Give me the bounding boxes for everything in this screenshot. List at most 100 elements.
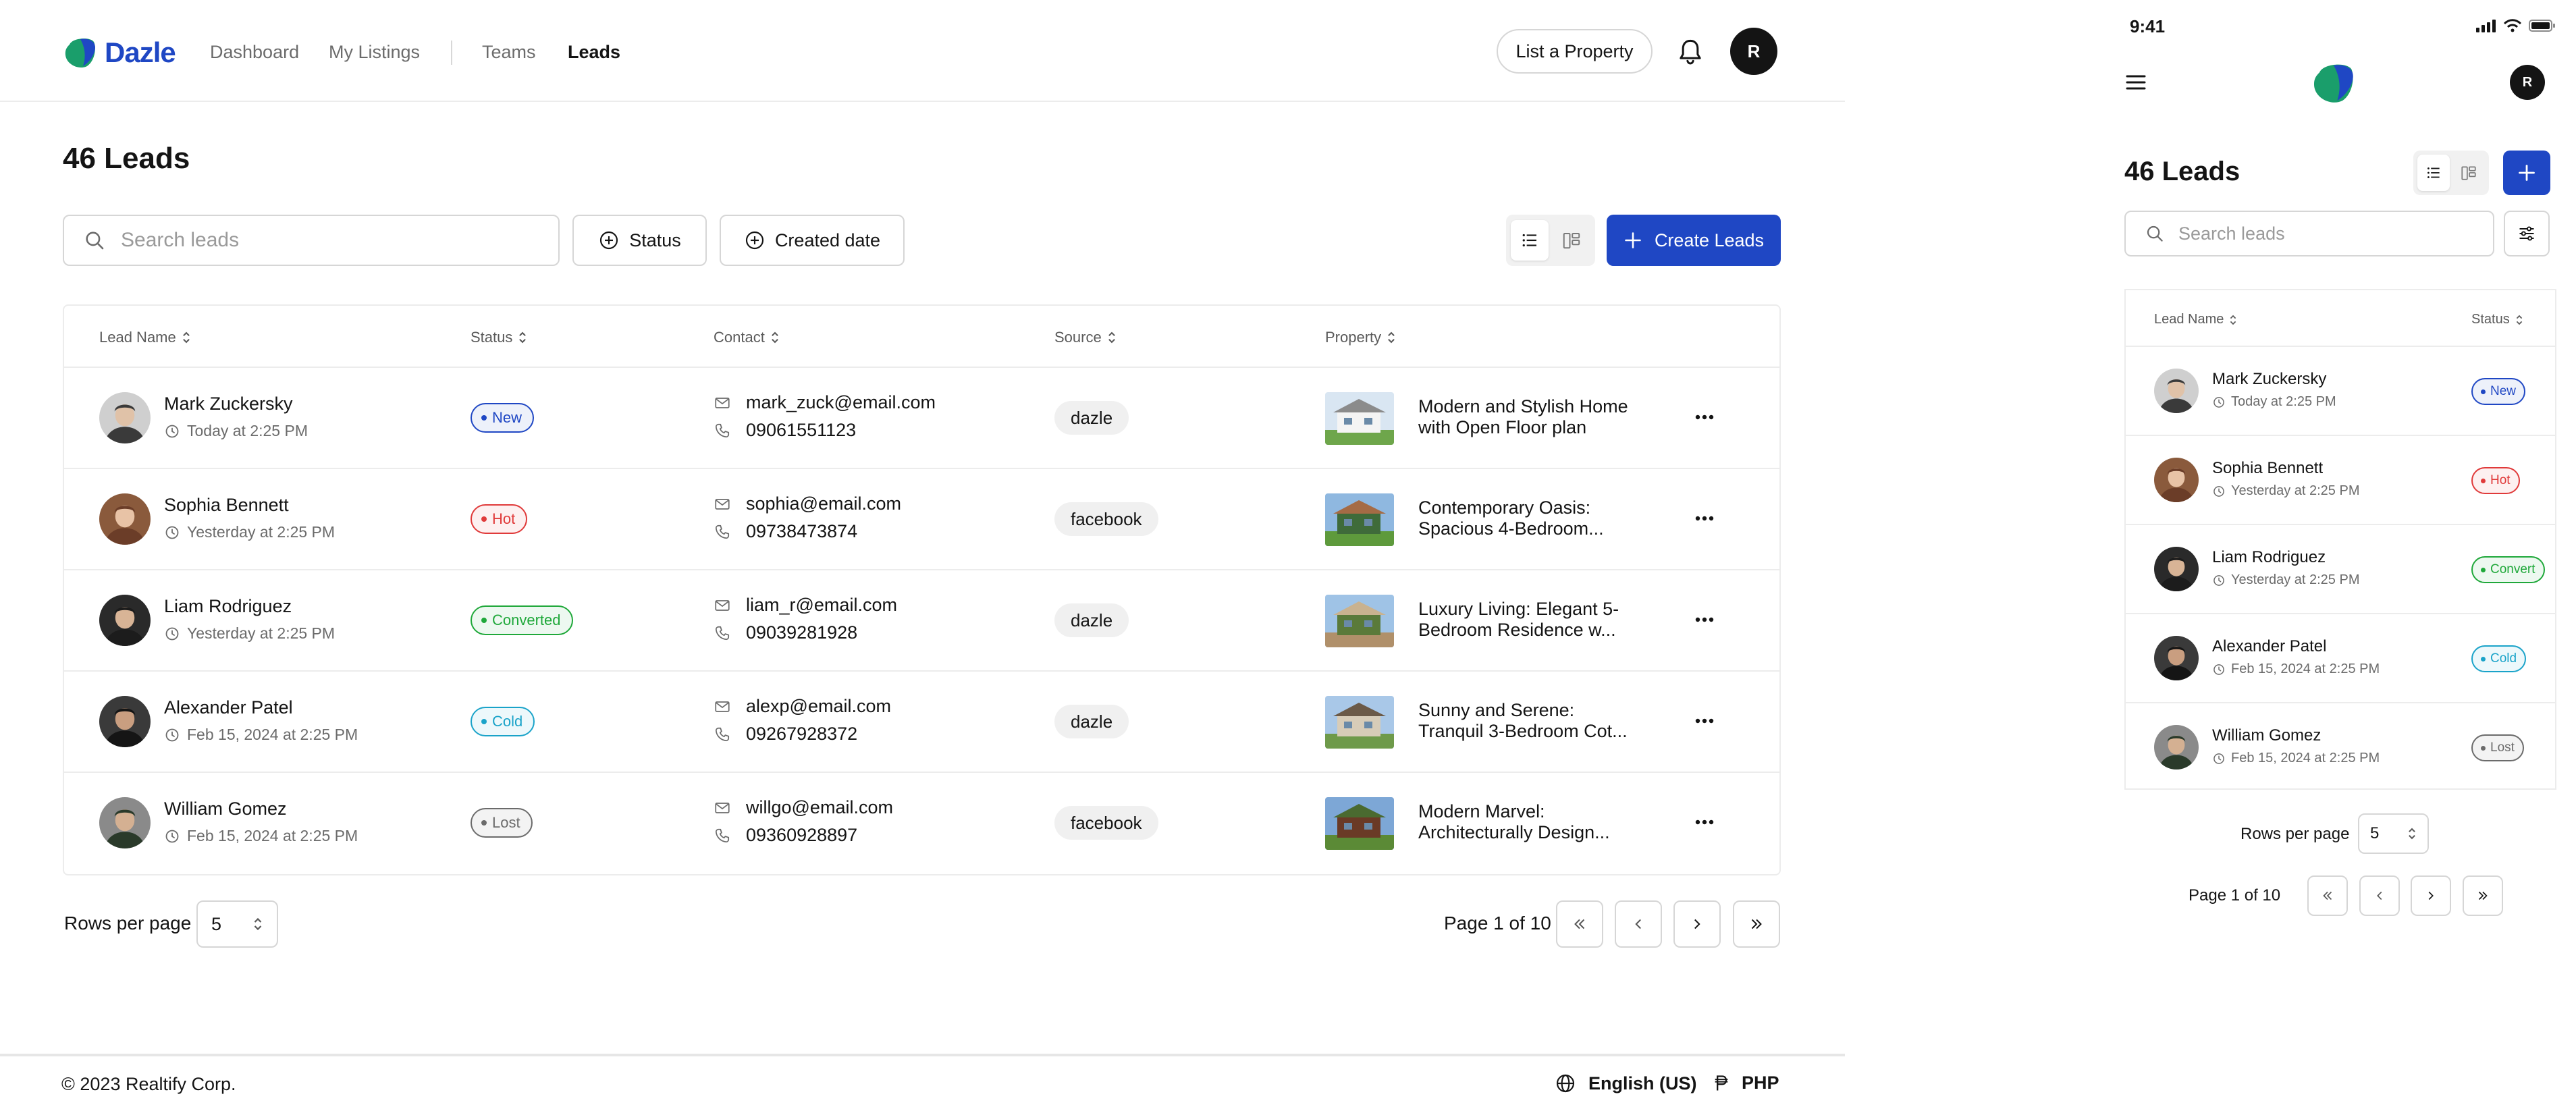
last-page-button[interactable] [1733,900,1780,948]
currency-selector[interactable]: PHP [1712,1073,1779,1094]
header-source[interactable]: Source [1054,329,1117,346]
created-date-filter-button[interactable]: Created date [720,215,905,266]
lead-name[interactable]: William Gomez [164,799,287,819]
property-title[interactable]: Contemporary Oasis: Spacious 4-Bedroom..… [1418,497,1634,539]
list-view-button[interactable] [1511,220,1549,261]
contact-email[interactable]: liam_r@email.com [714,595,897,616]
contact-phone[interactable]: 09738473874 [714,521,857,542]
property-title[interactable]: Sunny and Serene: Tranquil 3-Bedroom Cot… [1418,700,1634,742]
filter-button[interactable] [2504,211,2550,256]
lead-name[interactable]: Liam Rodriguez [164,596,292,617]
contact-phone[interactable]: 09039281928 [714,622,857,643]
list-view-button[interactable] [2417,155,2450,191]
nav-dashboard[interactable]: Dashboard [210,42,299,63]
next-page-button[interactable] [1673,900,1721,948]
list-property-button[interactable]: List a Property [1497,29,1653,74]
row-actions-button[interactable] [1691,812,1718,832]
board-view-button[interactable] [2452,155,2485,191]
table-row[interactable]: Sophia Bennett Yesterday at 2:25 PM Hot [2126,436,2555,525]
property-thumbnail[interactable] [1325,696,1394,749]
lead-name[interactable]: Mark Zuckersky [2212,370,2326,389]
user-avatar[interactable]: R [1730,28,1777,75]
row-actions-button[interactable] [1691,407,1718,427]
table-row[interactable]: Alexander Patel Feb 15, 2024 at 2:25 PM … [2126,614,2555,703]
property-thumbnail[interactable] [1325,392,1394,445]
create-leads-button[interactable]: Create Leads [1607,215,1781,266]
lead-name[interactable]: William Gomez [2212,726,2321,745]
property-title[interactable]: Modern and Stylish Home with Open Floor … [1418,396,1634,438]
table-row[interactable]: Liam Rodriguez Yesterday at 2:25 PM Conv… [2126,525,2555,614]
chevron-left-icon [2377,891,2382,900]
lead-name[interactable]: Mark Zuckersky [164,394,293,414]
plus-circle-icon [745,231,764,250]
nav-leads[interactable]: Leads [568,42,620,63]
user-avatar[interactable]: R [2510,65,2545,100]
rows-per-page-select[interactable]: 5 [196,900,278,948]
copyright: © 2023 Realtify Corp. [61,1074,236,1094]
table-row[interactable]: Alexander Patel Feb 15, 2024 at 2:25 PM … [64,672,1779,773]
table-row[interactable]: Mark Zuckersky Today at 2:25 PM New [2126,347,2555,436]
table-row[interactable]: Mark Zuckersky Today at 2:25 PM New mark… [64,368,1779,469]
contact-phone[interactable]: 09360928897 [714,825,857,846]
board-view-button[interactable] [1553,220,1590,261]
clock-icon [165,425,179,437]
table-row[interactable]: Liam Rodriguez Yesterday at 2:25 PM Conv… [64,570,1779,672]
bell-icon[interactable] [1677,37,1704,67]
search-input[interactable] [2178,223,2475,244]
first-page-button[interactable] [2307,875,2348,916]
clock-icon [165,830,179,842]
lead-name[interactable]: Sophia Bennett [164,495,289,516]
property-title[interactable]: Luxury Living: Elegant 5-Bedroom Residen… [1418,599,1634,641]
row-actions-button[interactable] [1691,508,1718,529]
last-page-button[interactable] [2463,875,2503,916]
row-actions-button[interactable] [1691,711,1718,731]
brand-logo[interactable]: Dazle [63,35,176,70]
contact-email[interactable]: willgo@email.com [714,797,893,818]
search-input[interactable] [121,229,526,252]
header-property[interactable]: Property [1325,329,1396,346]
status-badge: Converted [471,605,573,635]
header-status[interactable]: Status [471,329,527,346]
header-status[interactable]: Status [2471,312,2523,327]
lead-name[interactable]: Alexander Patel [2212,637,2326,656]
rows-per-page-select[interactable]: 5 [2358,813,2429,854]
lead-name[interactable]: Sophia Bennett [2212,459,2323,478]
status-filter-button[interactable]: Status [572,215,707,266]
contact-email[interactable]: mark_zuck@email.com [714,392,936,413]
contact-email[interactable]: sophia@email.com [714,493,901,514]
lead-name[interactable]: Alexander Patel [164,697,293,718]
header-contact[interactable]: Contact [714,329,780,346]
table-row[interactable]: William Gomez Feb 15, 2024 at 2:25 PM Lo… [2126,703,2555,788]
chevron-right-icon [1694,919,1700,929]
property-title[interactable]: Modern Marvel: Architecturally Design... [1418,801,1634,843]
next-page-button[interactable] [2411,875,2451,916]
nav-teams[interactable]: Teams [482,42,536,63]
avatar-photo [99,797,151,848]
header-lead-name[interactable]: Lead Name [2154,312,2237,327]
search-box[interactable] [2124,211,2494,256]
property-thumbnail[interactable] [1325,797,1394,850]
avatar-photo [99,696,151,747]
contact-email[interactable]: alexp@email.com [714,696,891,717]
lead-name[interactable]: Liam Rodriguez [2212,548,2326,567]
create-lead-button[interactable] [2503,151,2550,195]
contact-phone[interactable]: 09061551123 [714,420,856,441]
table-row[interactable]: William Gomez Feb 15, 2024 at 2:25 PM Lo… [64,773,1779,874]
sort-icon [2516,315,2522,325]
table-row[interactable]: Sophia Bennett Yesterday at 2:25 PM Hot … [64,469,1779,570]
logo-icon[interactable] [2311,60,2357,106]
leads-table: Lead Name Status Contact Source Property… [63,304,1781,875]
property-thumbnail[interactable] [1325,595,1394,647]
first-page-button[interactable] [1556,900,1603,948]
nav-my-listings[interactable]: My Listings [329,42,420,63]
clock-icon [165,627,179,640]
header-lead-name[interactable]: Lead Name [99,329,191,346]
language-selector[interactable]: English (US) [1555,1073,1697,1094]
prev-page-button[interactable] [1615,900,1662,948]
property-thumbnail[interactable] [1325,493,1394,546]
search-box[interactable] [63,215,560,266]
contact-phone[interactable]: 09267928372 [714,724,857,745]
prev-page-button[interactable] [2359,875,2400,916]
hamburger-menu-icon[interactable] [2125,72,2147,92]
row-actions-button[interactable] [1691,610,1718,630]
